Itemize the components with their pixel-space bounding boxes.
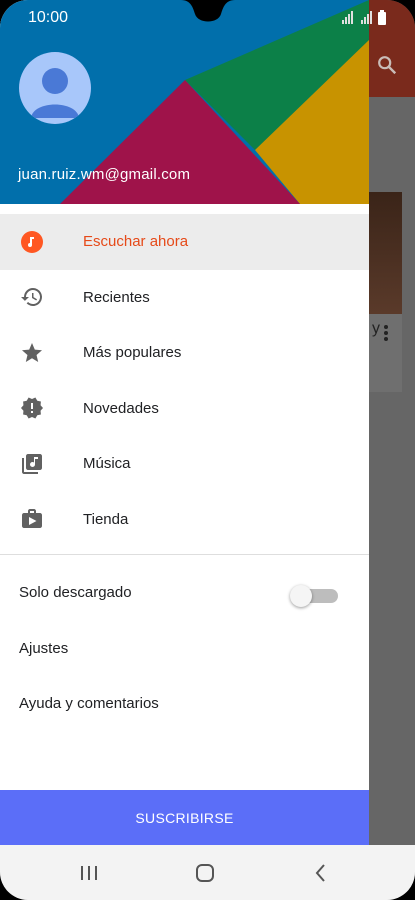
status-icons — [342, 10, 386, 25]
music-library-icon — [20, 452, 44, 476]
history-icon — [20, 285, 44, 309]
toggle-thumb — [290, 585, 312, 607]
menu-item-recent[interactable]: Recientes — [0, 270, 369, 326]
menu-label: Música — [83, 455, 131, 473]
new-releases-icon — [20, 396, 44, 420]
menu-label: Tienda — [83, 510, 129, 528]
card-title-fragment: y — [372, 320, 380, 337]
phone-screen: y 10:00 juan.ruiz.wm@gmail.com Escuchar … — [0, 0, 415, 900]
star-icon — [20, 341, 44, 365]
downloaded-only-label: Solo descargado — [19, 583, 132, 601]
system-nav-bar — [0, 845, 415, 900]
settings-item[interactable]: Ajustes — [0, 622, 369, 674]
menu-label: Novedades — [83, 399, 159, 417]
menu-divider — [0, 554, 369, 555]
drawer-header: juan.ruiz.wm@gmail.com — [0, 0, 369, 204]
play-store-icon — [20, 507, 44, 531]
menu-item-music[interactable]: Música — [0, 436, 369, 492]
battery-icon — [378, 10, 386, 25]
help-feedback-item[interactable]: Ayuda y comentarios — [0, 677, 369, 729]
home-icon[interactable] — [193, 861, 217, 885]
account-email[interactable]: juan.ruiz.wm@gmail.com — [18, 166, 190, 183]
search-icon[interactable] — [376, 54, 398, 76]
card-thumbnail — [369, 192, 402, 314]
drawer-menu: Escuchar ahora Recientes Más populares N… — [0, 214, 369, 547]
downloaded-only-toggle[interactable] — [290, 585, 338, 607]
menu-item-new-releases[interactable]: Novedades — [0, 381, 369, 437]
navigation-drawer: juan.ruiz.wm@gmail.com Escuchar ahora Re… — [0, 0, 369, 845]
avatar[interactable] — [19, 52, 91, 124]
menu-label: Escuchar ahora — [83, 233, 189, 251]
help-feedback-label: Ayuda y comentarios — [19, 694, 159, 712]
menu-item-store[interactable]: Tienda — [0, 492, 369, 548]
more-vert-icon[interactable] — [383, 324, 389, 342]
camera-notch — [181, 0, 235, 22]
account-icon — [31, 68, 79, 118]
recent-apps-icon[interactable] — [77, 861, 101, 885]
content-card[interactable]: y — [369, 192, 402, 392]
menu-label: Más populares — [83, 344, 182, 362]
listen-now-icon — [20, 230, 44, 254]
subscribe-button[interactable]: SUSCRIBIRSE — [0, 790, 369, 845]
menu-item-listen-now[interactable]: Escuchar ahora — [0, 214, 369, 270]
settings-label: Ajustes — [19, 639, 69, 657]
signal-icon — [342, 11, 372, 24]
back-icon[interactable] — [309, 861, 333, 885]
menu-label: Recientes — [83, 288, 150, 306]
status-time: 10:00 — [28, 9, 69, 26]
menu-item-top-charts[interactable]: Más populares — [0, 325, 369, 381]
